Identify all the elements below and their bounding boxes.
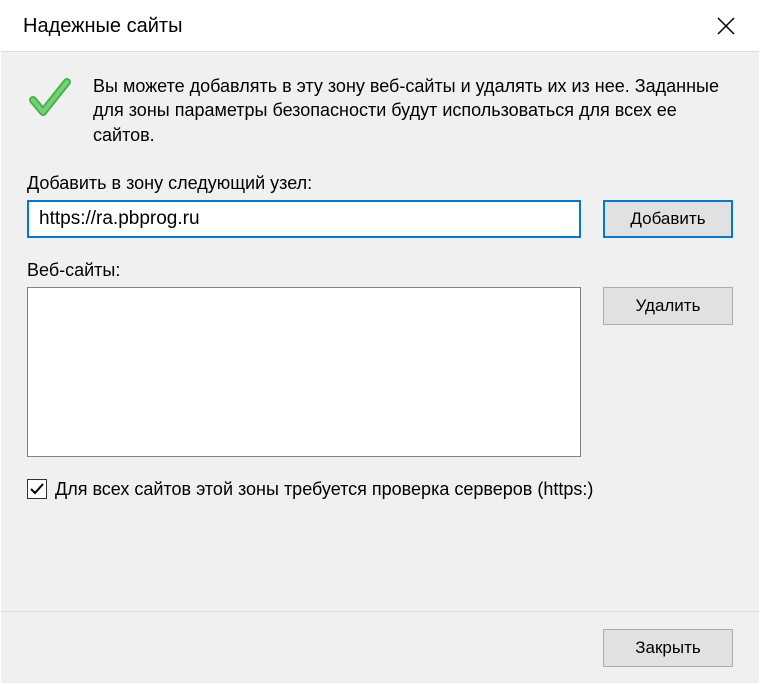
add-site-label: Добавить в зону следующий узел:: [27, 173, 733, 194]
add-button[interactable]: Добавить: [603, 200, 733, 238]
add-site-row: Добавить: [27, 200, 733, 238]
dialog-footer: Закрыть: [1, 611, 759, 683]
websites-row: Удалить: [27, 287, 733, 457]
trusted-sites-dialog: Надежные сайты Вы можете добавлять в эту…: [0, 0, 760, 684]
close-button[interactable]: Закрыть: [603, 629, 733, 667]
https-checkbox[interactable]: [27, 479, 47, 499]
intro-section: Вы можете добавлять в эту зону веб-сайты…: [27, 74, 733, 147]
intro-text: Вы можете добавлять в эту зону веб-сайты…: [93, 74, 733, 147]
https-checkbox-label: Для всех сайтов этой зоны требуется пров…: [55, 479, 593, 500]
websites-label: Веб-сайты:: [27, 260, 733, 281]
checkmark-icon: [27, 74, 75, 147]
dialog-body: Вы можете добавлять в эту зону веб-сайты…: [1, 51, 759, 611]
https-checkbox-row[interactable]: Для всех сайтов этой зоны требуется пров…: [27, 479, 733, 500]
websites-listbox[interactable]: [27, 287, 581, 457]
add-site-input[interactable]: [27, 200, 581, 238]
remove-button[interactable]: Удалить: [603, 287, 733, 325]
dialog-title: Надежные сайты: [23, 15, 182, 38]
titlebar: Надежные сайты: [1, 1, 759, 51]
close-icon[interactable]: [711, 11, 741, 41]
